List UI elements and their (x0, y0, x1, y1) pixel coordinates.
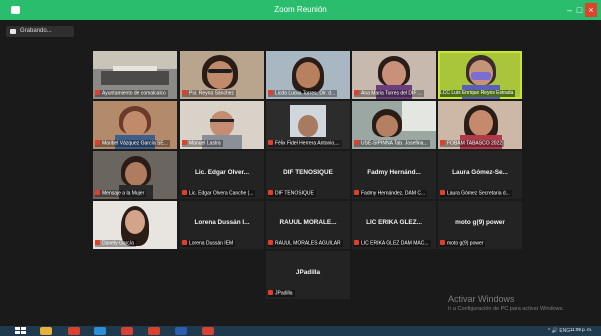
participant-name: Danely García (95, 240, 136, 247)
close-button[interactable]: × (585, 3, 597, 17)
participant-display-name: DIF TENOSIQUE (283, 169, 333, 176)
participant-name: JPadilla (268, 290, 295, 297)
participant-display-name: LIC ERIKA GLEZ... (366, 219, 422, 226)
participant-name: LIC ERIKA GLEZ DAM MAC... (354, 240, 431, 247)
muted-mic-icon (268, 240, 273, 245)
recording-indicator[interactable]: Grabando... (6, 26, 74, 37)
participant-name: Maribel Vázquez García SE... (95, 140, 170, 147)
muted-mic-icon (268, 290, 273, 295)
participant-name: RAUUL MORALES AGUILAR (268, 240, 343, 247)
zoom-window: Zoom Reunión – □ × Grabando... Ayuntamie… (0, 0, 601, 336)
participant-name: Laura Gómez Secretaria d... (440, 190, 512, 197)
chrome-icon[interactable] (148, 327, 160, 335)
recording-label: Grabando... (20, 28, 52, 34)
participant-name: Psi. Reyna Sánchez (182, 90, 237, 97)
participant-display-name: Lorena Dussán I... (194, 219, 250, 226)
participant-name: Lic. Edgar Olvera Canche (... (182, 190, 256, 197)
participant-name: LCC Luis Enrique Reyes Estrada (440, 90, 516, 97)
participant-tile[interactable]: Fadmy Hernánd... Fadmy Hernández, DAM C.… (352, 151, 436, 199)
muted-mic-icon (440, 190, 445, 195)
muted-mic-icon (354, 140, 359, 145)
participant-name: USE-SIPINNA Tab. Josefina... (354, 140, 430, 147)
participant-tile[interactable]: RAUUL MORALE... RAUUL MORALES AGUILAR (266, 201, 350, 249)
participant-tile[interactable]: moto g(9) power moto g(9) power (438, 201, 522, 249)
participant-name: moto g(9) power (440, 240, 486, 247)
cloud-record-icon (10, 29, 16, 34)
muted-mic-icon (268, 140, 273, 145)
window-title: Zoom Reunión (274, 5, 327, 14)
participant-tile[interactable]: JPadilla JPadilla (266, 251, 350, 299)
participant-tile[interactable]: LIC ERIKA GLEZ... LIC ERIKA GLEZ DAM MAC… (352, 201, 436, 249)
participant-tile[interactable]: Ayuntamiento de comalcalco (93, 51, 177, 99)
participant-tile[interactable]: Mensaje a la Mujer (93, 151, 177, 199)
chrome-icon[interactable] (68, 327, 80, 335)
participant-tile[interactable]: Danely García (93, 201, 177, 249)
participant-name: Ayuntamiento de comalcalco (95, 90, 168, 97)
muted-mic-icon (182, 90, 187, 95)
chrome-icon[interactable] (121, 327, 133, 335)
participant-display-name: JPadilla (295, 269, 321, 276)
participant-display-name: Fadmy Hernánd... (367, 169, 421, 176)
participant-display-name: RAUUL MORALE... (279, 219, 337, 226)
windows-taskbar: ^ 🔊 ENG 11:09 p. m. (0, 326, 601, 336)
muted-mic-icon (182, 190, 187, 195)
maximize-button[interactable]: □ (574, 3, 585, 17)
participant-name: Fadmy Hernández, DAM C... (354, 190, 428, 197)
participant-name: Ana Maria Torres del DIF ... (354, 90, 425, 97)
participant-tile-active-speaker[interactable]: LCC Luis Enrique Reyes Estrada (438, 51, 522, 99)
participant-display-name: Laura Gómez-Se... (452, 169, 508, 176)
muted-mic-icon (95, 190, 100, 195)
participant-name: Mensaje a la Mujer (95, 190, 147, 197)
participant-name: Manuel Lastra (182, 140, 223, 147)
participant-tile[interactable]: Félix Fidel Herrera Antonio,... (266, 101, 350, 149)
muted-mic-icon (268, 190, 273, 195)
muted-mic-icon (354, 90, 359, 95)
participant-name: DIF TENOSIQUE (268, 190, 316, 197)
muted-mic-icon (268, 90, 273, 95)
muted-mic-icon (182, 140, 187, 145)
activate-windows-subtitle: Ir a Configuración de PC para activar Wi… (448, 306, 564, 312)
participant-display-name: Lic. Edgar Olver... (195, 169, 249, 176)
participant-name: Lorena Dussán IEM (182, 240, 236, 247)
edge-icon[interactable] (94, 327, 106, 335)
windows-start-icon[interactable] (15, 327, 27, 335)
muted-mic-icon (440, 240, 445, 245)
participant-tile[interactable]: Laura Gómez-Se... Laura Gómez Secretaria… (438, 151, 522, 199)
muted-mic-icon (95, 140, 100, 145)
participant-name: Licda Lucila Torres, Dir. d... (268, 90, 338, 97)
activate-windows-title: Activar Windows (448, 294, 515, 304)
participant-name: Félix Fidel Herrera Antonio,... (268, 140, 342, 147)
muted-mic-icon (182, 240, 187, 245)
participant-tile[interactable]: Maribel Vázquez García SE... (93, 101, 177, 149)
muted-mic-icon (354, 240, 359, 245)
participant-tile[interactable]: FOBAM TABASCO 2022 (438, 101, 522, 149)
participant-name: FOBAM TABASCO 2022 (440, 140, 505, 147)
participant-tile[interactable]: Licda Lucila Torres, Dir. d... (266, 51, 350, 99)
word-icon[interactable] (175, 327, 187, 335)
system-tray[interactable]: ^ 🔊 ENG (548, 328, 570, 334)
taskbar-clock[interactable]: 11:09 p. m. (570, 327, 592, 332)
chrome-icon[interactable] (202, 327, 214, 335)
participant-tile[interactable]: DIF TENOSIQUE DIF TENOSIQUE (266, 151, 350, 199)
participant-tile[interactable]: Lic. Edgar Olver... Lic. Edgar Olvera Ca… (180, 151, 264, 199)
title-bar: Zoom Reunión – □ × (0, 0, 601, 20)
muted-mic-icon (354, 190, 359, 195)
participant-tile[interactable]: Ana Maria Torres del DIF ... (352, 51, 436, 99)
muted-mic-icon (95, 240, 100, 245)
muted-mic-icon (440, 140, 445, 145)
participant-tile[interactable]: Psi. Reyna Sánchez (180, 51, 264, 99)
participant-display-name: moto g(9) power (455, 219, 505, 226)
participant-tile[interactable]: Manuel Lastra (180, 101, 264, 149)
participant-tile[interactable]: USE-SIPINNA Tab. Josefina... (352, 101, 436, 149)
file-explorer-icon[interactable] (40, 327, 52, 335)
muted-mic-icon (95, 90, 100, 95)
participant-tile[interactable]: Lorena Dussán I... Lorena Dussán IEM (180, 201, 264, 249)
